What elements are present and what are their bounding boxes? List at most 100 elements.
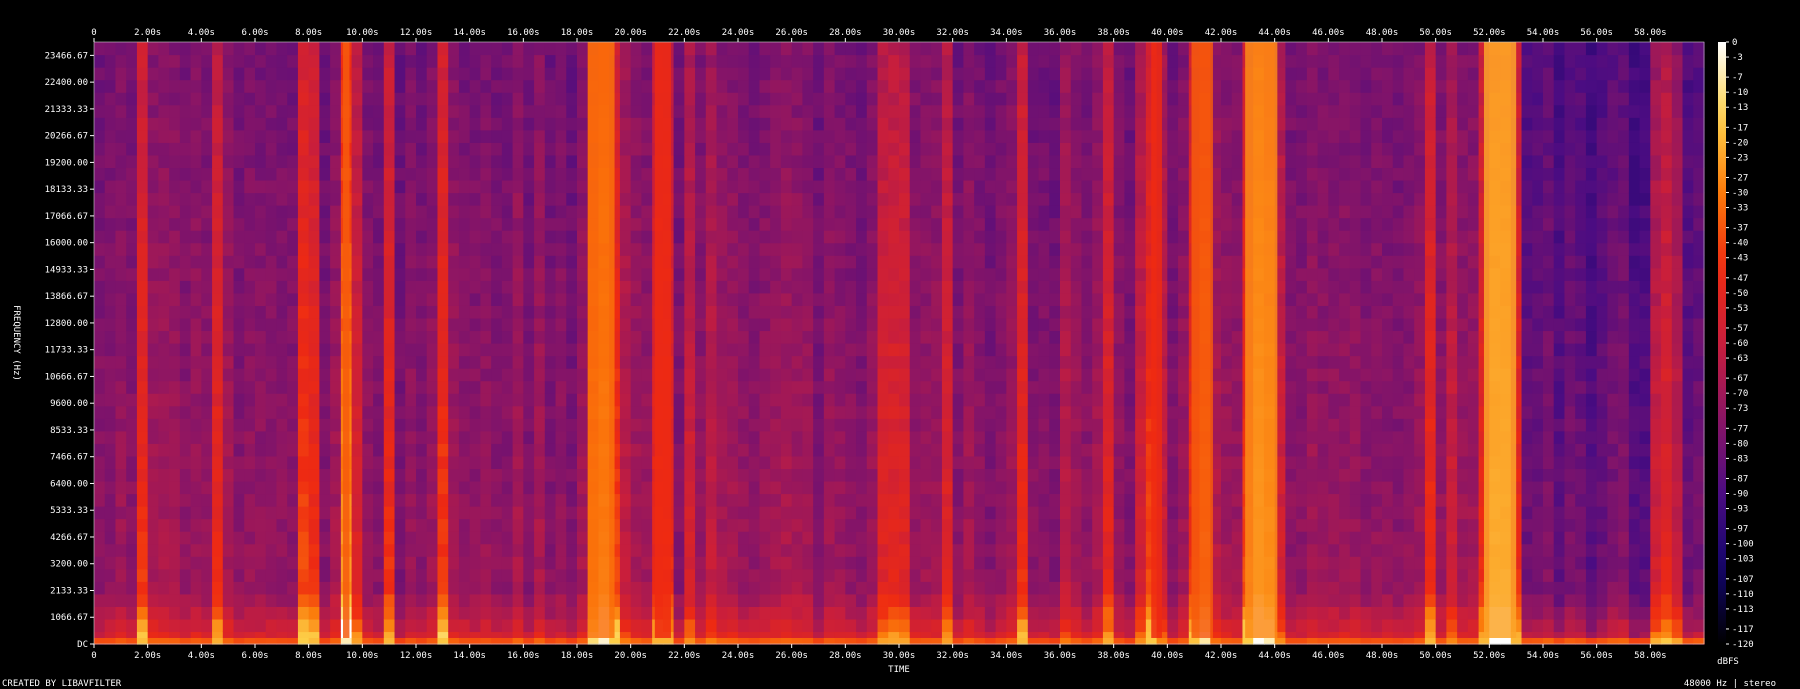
spectrogram-cell (169, 418, 181, 432)
spectrogram-cell (458, 368, 471, 382)
spectrogram-cell (373, 79, 385, 93)
spectrogram-cell (566, 242, 578, 256)
spectrogram-cell (1060, 129, 1072, 143)
spectrogram-cell (383, 506, 396, 520)
spectrogram-cell (1178, 518, 1190, 532)
spectrogram-cell (480, 405, 492, 419)
spectrogram-cell (899, 280, 911, 294)
spectrogram-cell (952, 543, 964, 557)
spectrogram-cell (813, 355, 825, 369)
spectrogram-cell (641, 267, 653, 281)
spectrogram-cell (1135, 192, 1147, 206)
spectrogram-cell (1006, 493, 1018, 507)
spectrogram-cell (673, 129, 685, 143)
spectrogram-cell (931, 305, 943, 319)
spectrogram-cell (684, 267, 696, 281)
spectrogram-cell (308, 455, 320, 470)
spectrogram-cell (899, 330, 911, 344)
spectrogram-cell (319, 255, 331, 269)
spectrogram-cell (158, 267, 170, 281)
spectrogram-cell (544, 443, 557, 457)
spectrogram-cell (265, 480, 278, 495)
spectrogram-cell (974, 79, 986, 93)
spectrogram-cell (179, 192, 192, 206)
spectrogram-cell (1124, 167, 1136, 181)
spectrogram-cell (738, 154, 750, 169)
spectrogram-cell (555, 92, 567, 106)
spectrogram-cell (308, 42, 320, 56)
spectrogram-cell (823, 443, 836, 457)
spectrogram-cell (222, 355, 235, 369)
spectrogram-cell (630, 531, 642, 545)
spectrogram-cell (405, 242, 417, 256)
spectrogram-cell (179, 129, 192, 143)
spectrogram-cell (416, 79, 428, 93)
spectrogram-cell (1167, 380, 1179, 394)
spectrogram-cell (813, 593, 825, 607)
spectrogram-cell (297, 142, 310, 156)
spectrogram-cell (201, 606, 213, 620)
spectrogram-cell (899, 267, 911, 281)
spectrogram-cell (1027, 480, 1040, 495)
spectrogram-cell (190, 217, 202, 231)
spectrogram-cell (1113, 618, 1125, 633)
spectrogram-cell (126, 67, 138, 81)
spectrogram-cell (931, 518, 943, 532)
spectrogram-cell (684, 418, 696, 432)
spectrogram-cell (512, 430, 524, 444)
spectrogram-cell (1027, 205, 1040, 219)
spectrogram-cell (705, 543, 718, 557)
spectrogram-cell (1049, 455, 1061, 470)
spectrogram-cell (405, 167, 417, 181)
spectrogram-cell (1135, 205, 1147, 219)
spectrogram-cell (405, 179, 417, 194)
spectrogram-cell (909, 556, 922, 570)
spectrogram-cell (330, 280, 342, 294)
spectrogram-cell (1178, 230, 1190, 244)
spectrogram-cell (104, 167, 117, 181)
spectrogram-cell (952, 305, 964, 319)
spectrogram-cell (1113, 493, 1125, 507)
spectrogram-cell (673, 568, 685, 582)
spectrogram-cell (695, 217, 707, 231)
spectrogram-cell (523, 355, 535, 369)
spectrogram-cell (856, 493, 868, 507)
spectrogram-cell (405, 67, 417, 81)
spectrogram-cell (931, 242, 943, 256)
spectrogram-cell (1113, 192, 1125, 206)
spectrogram-cell (566, 468, 578, 482)
spectrogram-cell (619, 67, 632, 81)
spectrogram-cell (362, 468, 374, 482)
spectrogram-cell (136, 217, 149, 231)
spectrogram-cell (1135, 292, 1147, 306)
spectrogram-cell (1027, 104, 1040, 118)
spectrogram-cell (491, 493, 503, 507)
spectrogram-cell (941, 330, 954, 344)
spectrogram-cell (738, 317, 750, 332)
spectrogram-cell (630, 618, 642, 633)
spectrogram-cell (941, 393, 954, 407)
spectrogram-cell (856, 355, 868, 369)
spectrogram-cell (394, 543, 406, 557)
spectrogram-cell (512, 104, 524, 118)
spectrogram-cell (534, 380, 546, 394)
spectrogram-cell (212, 167, 224, 181)
spectrogram-cell (501, 230, 514, 244)
spectrogram-cell (330, 355, 342, 369)
spectrogram-cell (1124, 255, 1136, 269)
spectrogram-cell (244, 468, 256, 482)
spectrogram-cell (126, 292, 138, 306)
spectrogram-cell (791, 230, 803, 244)
spectrogram-cell (695, 255, 707, 269)
spectrogram-cell (190, 305, 202, 319)
spectrogram-cell (866, 430, 879, 444)
spectrogram-cell (673, 455, 685, 470)
spectrogram-cell (1027, 543, 1040, 557)
spectrogram-cell (1060, 355, 1072, 369)
spectrogram-cell (319, 129, 331, 143)
spectrogram-cell (780, 493, 793, 507)
spectrogram-cell (233, 292, 245, 306)
spectrogram-cell (941, 129, 954, 143)
spectrogram-cell (544, 142, 557, 156)
spectrogram-cell (748, 418, 761, 432)
